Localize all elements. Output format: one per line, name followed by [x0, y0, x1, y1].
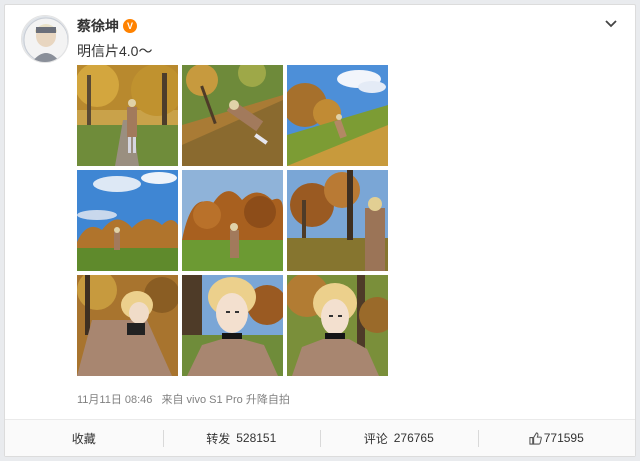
- repost-button[interactable]: 转发 528151: [162, 420, 321, 456]
- comment-count: 276765: [393, 431, 434, 445]
- username[interactable]: 蔡徐坤 V: [77, 16, 137, 36]
- verified-badge-icon: V: [123, 19, 137, 33]
- photo-hill-blue-sky[interactable]: [287, 65, 388, 166]
- post-text: 明信片4.0～: [77, 43, 153, 59]
- post-source[interactable]: 来自 vivo S1 Pro 升降自拍: [161, 394, 289, 406]
- post-timestamp[interactable]: 11月11日 08:46: [77, 394, 152, 406]
- thumbs-up-icon: [529, 431, 542, 445]
- like-button[interactable]: 771595: [477, 420, 636, 456]
- photo-close-tree-coat[interactable]: [287, 170, 388, 271]
- repost-count: 528151: [236, 431, 277, 445]
- photo-field-trees-standing[interactable]: [182, 170, 283, 271]
- photo-selfie-closeup-2[interactable]: [287, 275, 388, 376]
- photo-autumn-path-standing[interactable]: [77, 65, 178, 166]
- photo-blue-sky-field[interactable]: [77, 170, 178, 271]
- photo-grid: [77, 65, 388, 376]
- repost-label: 转发: [206, 431, 231, 446]
- username-text[interactable]: 蔡徐坤: [77, 16, 119, 36]
- photo-selfie-coat-tree[interactable]: [77, 275, 178, 376]
- like-count: 771595: [543, 431, 584, 445]
- comment-label: 评论: [363, 431, 388, 446]
- favorite-button[interactable]: 收藏: [5, 420, 163, 456]
- photo-lying-on-leaves[interactable]: [182, 65, 283, 166]
- weibo-post-card: 蔡徐坤 V 明信片4.0～ 11月11日 08:46 来自 vivo S1 Pr…: [4, 4, 636, 457]
- favorite-label: 收藏: [71, 431, 96, 446]
- comment-button[interactable]: 评论 276765: [320, 420, 478, 456]
- action-bar: 收藏 转发 528151 评论 276765 771595: [5, 419, 635, 456]
- post-meta: 11月11日 08:46 来自 vivo S1 Pro 升降自拍: [77, 391, 296, 407]
- chevron-down-icon[interactable]: [603, 17, 619, 31]
- avatar[interactable]: [21, 15, 69, 63]
- photo-selfie-closeup-1[interactable]: [182, 275, 283, 376]
